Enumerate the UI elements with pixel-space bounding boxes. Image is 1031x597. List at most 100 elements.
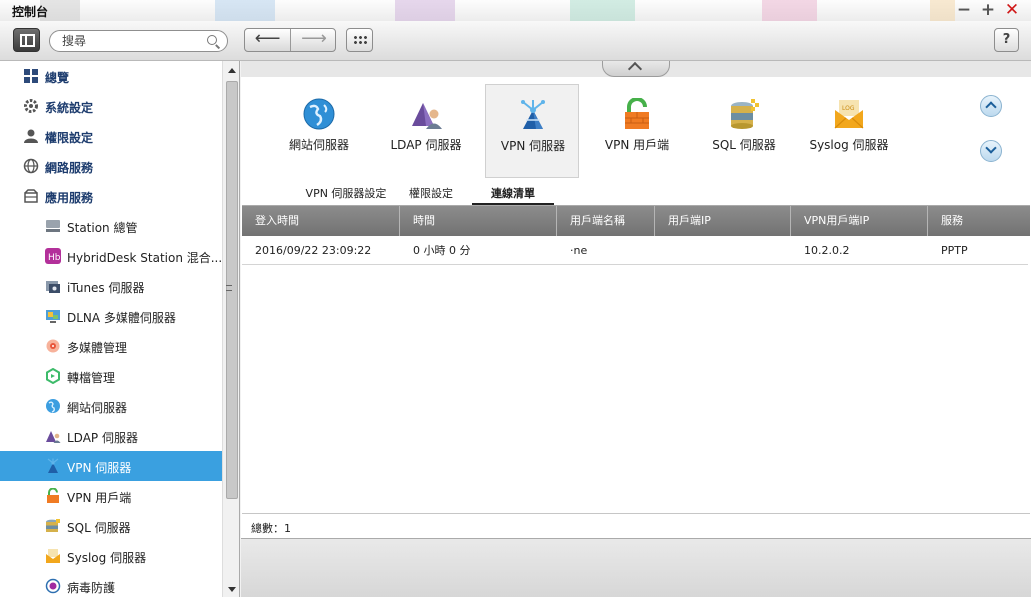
- web-server-icon: [303, 98, 335, 130]
- column-header-client-ip[interactable]: 用戶端IP: [655, 206, 791, 236]
- collapse-panel-button[interactable]: [602, 61, 670, 77]
- transcode-icon: [46, 368, 60, 384]
- column-header-duration[interactable]: 時間: [400, 206, 557, 236]
- window-title: 控制台: [12, 5, 49, 19]
- sidebar-item-transcode[interactable]: 轉檔管理: [0, 361, 222, 391]
- app-tile-vpn-client[interactable]: VPN 用戶端: [590, 84, 684, 178]
- app-tile-sql[interactable]: SQL 伺服器: [697, 84, 791, 178]
- tab-privileges[interactable]: 權限設定: [396, 183, 466, 205]
- sidebar-item-label: VPN 伺服器: [67, 461, 132, 475]
- sidebar-item-vpn-client[interactable]: VPN 用戶端: [0, 481, 222, 511]
- sidebar-item-label: 權限設定: [45, 131, 94, 145]
- app-tile-label: 網站伺服器: [288, 138, 349, 152]
- sidebar-item-label: DLNA 多媒體伺服器: [67, 311, 176, 325]
- hybriddesk-icon: Hb: [45, 248, 61, 264]
- ldap-icon: [46, 431, 61, 443]
- sidebar-item-web-server[interactable]: 網站伺服器: [0, 391, 222, 421]
- back-button[interactable]: ⟵: [245, 29, 291, 51]
- toolbar: ⟵ ⟶ ?: [0, 21, 1031, 61]
- gear-icon: [24, 99, 38, 113]
- search-box[interactable]: [49, 30, 228, 52]
- sidebar-item-ldap[interactable]: LDAP 伺服器: [0, 421, 222, 451]
- app-tile-ldap[interactable]: LDAP 伺服器: [379, 84, 473, 178]
- scroll-down-arrow-icon[interactable]: [228, 587, 236, 592]
- sidebar: 總覽 系統設定 權限設定 網路服務 應用服務 Station 總管 Hb Hyb…: [0, 61, 240, 597]
- sidebar-item-hybriddesk[interactable]: Hb HybridDesk Station 混合...: [0, 241, 222, 271]
- app-tile-vpn-server[interactable]: VPN 伺服器: [485, 84, 579, 178]
- sidebar-scrollbar[interactable]: [222, 61, 239, 597]
- table-footer: 總數：1: [242, 513, 1030, 538]
- sidebar-item-overview[interactable]: 總覽: [0, 61, 222, 91]
- multimedia-icon: [46, 339, 60, 353]
- itunes-icon: [46, 281, 60, 293]
- app-tile-label: LDAP 伺服器: [390, 138, 462, 152]
- sidebar-toggle-button[interactable]: [13, 28, 40, 52]
- content-area: 網站伺服器 LDAP 伺服器 VPN 伺服器 VPN 用戶端 SQL 伺服器 L…: [241, 77, 1031, 538]
- sidebar-item-label: 轉檔管理: [67, 371, 116, 385]
- tab-connection-list[interactable]: 連線清單: [472, 183, 554, 205]
- chevron-up-icon: [985, 101, 997, 113]
- vpn-client-icon: [47, 488, 59, 503]
- apps-scroll-down-button[interactable]: [980, 140, 1002, 162]
- app-tile-web-server[interactable]: 網站伺服器: [272, 84, 366, 178]
- cell-client-ip: [655, 236, 791, 265]
- sidebar-item-syslog[interactable]: Syslog 伺服器: [0, 541, 222, 571]
- svg-text:LOG: LOG: [842, 105, 855, 112]
- sidebar-item-label: 系統設定: [45, 101, 94, 115]
- sidebar-item-privileges[interactable]: 權限設定: [0, 121, 222, 151]
- sidebar-item-label: 病毒防護: [67, 581, 116, 595]
- sidebar-item-antivirus[interactable]: 病毒防護: [0, 571, 222, 597]
- apps-scroll-up-button[interactable]: [980, 95, 1002, 117]
- column-header-login-time[interactable]: 登入時間: [242, 206, 400, 236]
- antivirus-icon: [45, 578, 61, 594]
- chevron-down-icon: [985, 142, 997, 154]
- sidebar-item-sql[interactable]: SQL 伺服器: [0, 511, 222, 541]
- minimize-button[interactable]: −: [955, 1, 973, 19]
- column-header-service[interactable]: 服務: [928, 206, 1030, 236]
- sidebar-item-itunes[interactable]: iTunes 伺服器: [0, 271, 222, 301]
- user-icon: [24, 129, 38, 143]
- web-server-icon: [46, 399, 60, 413]
- help-button[interactable]: ?: [994, 28, 1019, 52]
- sidebar-item-station-manager[interactable]: Station 總管: [0, 211, 222, 241]
- column-header-client-name[interactable]: 用戶端名稱: [557, 206, 655, 236]
- cell-vpn-client-ip: 10.2.0.2: [804, 244, 850, 257]
- cell-login-time: 2016/09/22 23:09:22: [255, 244, 372, 257]
- sidebar-item-label: VPN 用戶端: [67, 491, 132, 505]
- navigation-buttons: ⟵ ⟶: [244, 28, 336, 52]
- sidebar-item-label: HybridDesk Station 混合...: [67, 251, 223, 265]
- grip-icon: [226, 285, 232, 291]
- apps-menu-button[interactable]: [346, 28, 373, 52]
- dlna-icon: [46, 310, 60, 323]
- svg-text:Hb: Hb: [48, 253, 61, 263]
- scroll-up-arrow-icon[interactable]: [228, 68, 236, 73]
- table-row[interactable]: 2016/09/22 23:09:22 0 小時 0 分 ·ne 10.2.0.…: [242, 236, 1028, 265]
- tab-vpn-server-settings[interactable]: VPN 伺服器設定: [281, 183, 411, 205]
- station-icon: [46, 220, 60, 232]
- sidebar-item-multimedia[interactable]: 多媒體管理: [0, 331, 222, 361]
- forward-button[interactable]: ⟶: [291, 29, 335, 51]
- globe-icon: [23, 158, 39, 174]
- apps-grid-icon: [353, 35, 367, 45]
- close-button[interactable]: ✕: [1003, 1, 1021, 19]
- sidebar-item-label: SQL 伺服器: [67, 521, 131, 535]
- background-decoration: [215, 0, 275, 21]
- app-tile-syslog[interactable]: LOG Syslog 伺服器: [802, 84, 896, 178]
- connection-table: 登入時間 時間 用戶端名稱 用戶端IP VPN用戶端IP 服務 2016/09/…: [242, 205, 1030, 515]
- sidebar-item-dlna[interactable]: DLNA 多媒體伺服器: [0, 301, 222, 331]
- sql-icon: [46, 519, 60, 532]
- maximize-button[interactable]: +: [979, 1, 997, 19]
- sidebar-item-applications[interactable]: 應用服務: [0, 181, 222, 211]
- sidebar-item-network-services[interactable]: 網路服務: [0, 151, 222, 181]
- column-header-vpn-client-ip[interactable]: VPN用戶端IP: [791, 206, 928, 236]
- tab-bar: VPN 伺服器設定 權限設定 連線清單: [241, 183, 1031, 205]
- sidebar-item-vpn-server[interactable]: VPN 伺服器: [0, 451, 222, 481]
- box-icon: [24, 189, 38, 203]
- search-icon[interactable]: [207, 35, 217, 45]
- app-tile-label: VPN 用戶端: [604, 138, 670, 152]
- search-input[interactable]: [62, 33, 202, 49]
- sidebar-item-label: 網路服務: [45, 161, 94, 175]
- background-decoration: [930, 0, 955, 21]
- sidebar-item-system-settings[interactable]: 系統設定: [0, 91, 222, 121]
- bottom-panel: [241, 538, 1031, 597]
